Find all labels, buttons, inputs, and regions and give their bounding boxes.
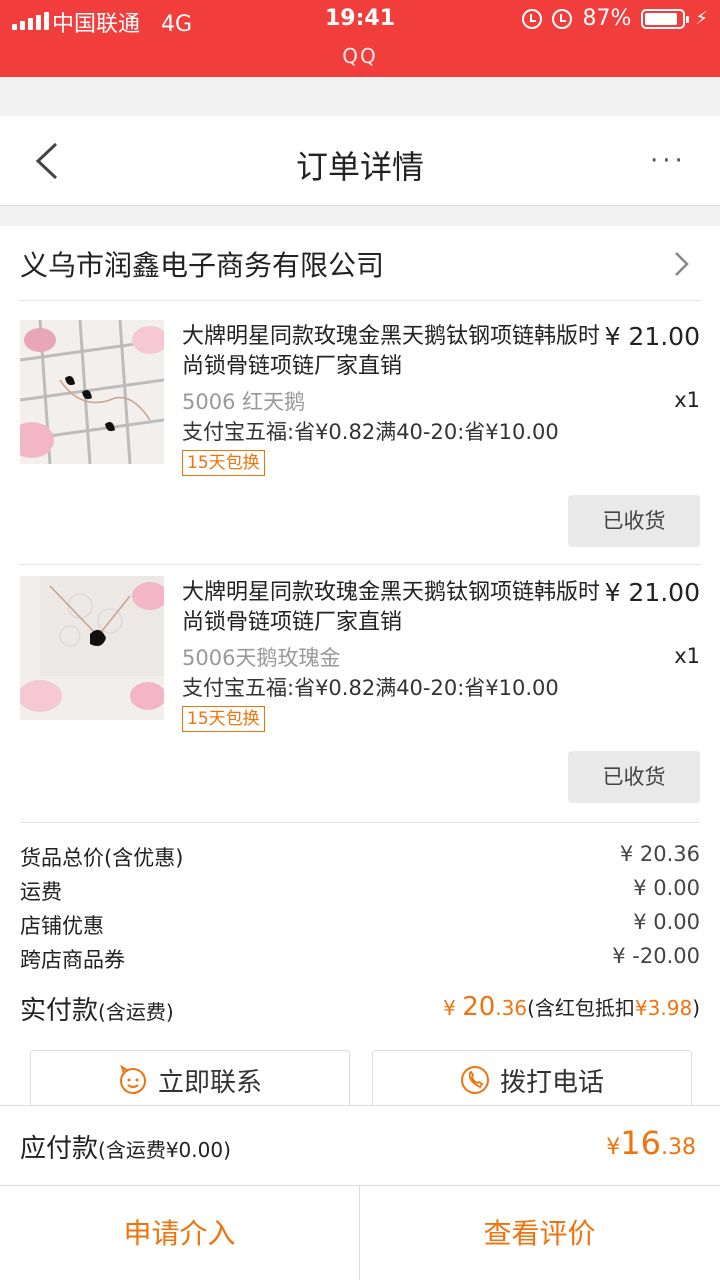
amount-due-value: ¥16.38 — [606, 1124, 696, 1162]
amount-due-bar: 应付款(含运费¥0.00) ¥16.38 — [0, 1105, 720, 1185]
product-image[interactable] — [20, 320, 164, 464]
summary-value: ¥ 20.36 — [619, 842, 700, 866]
return-policy-badge: 15天包换 — [182, 706, 265, 732]
item-sku: 5006天鹅玫瑰金 — [182, 646, 341, 670]
item-quantity: x1 — [674, 644, 700, 668]
contact-seller-button[interactable]: 立即联系 — [30, 1050, 350, 1106]
charging-icon: ⚡ — [695, 8, 708, 29]
received-button[interactable]: 已收货 — [568, 495, 700, 547]
chat-icon — [119, 1065, 146, 1094]
order-item: 大牌明星同款玫瑰金黑天鹅钛钢项链韩版时尚锁骨链项链厂家直销 ¥ 21.00 50… — [0, 556, 720, 806]
view-review-button[interactable]: 查看评价 — [360, 1186, 719, 1280]
rotation-lock-icon — [522, 8, 543, 29]
summary-value: ¥ 0.00 — [633, 910, 700, 934]
status-bar: 中国联通 4G 19:41 87% ⚡ QQ — [0, 0, 720, 77]
summary-row: 货品总价(含优惠) ¥ 20.36 — [20, 842, 700, 876]
summary-label: 货品总价(含优惠) — [20, 846, 184, 870]
summary-label: 运费 — [20, 880, 62, 904]
contact-row: 立即联系 拨打电话 — [0, 1050, 720, 1106]
shop-name: 义乌市润鑫电子商务有限公司 — [20, 249, 385, 282]
item-promo: 支付宝五福:省¥0.82满40-20:省¥10.00 — [182, 420, 559, 444]
order-card: 义乌市润鑫电子商务有限公司 大牌明星同款玫瑰金黑天鹅钛钢项链韩版时尚锁骨链项链厂… — [0, 226, 720, 1106]
actual-paid-value: ¥ 20.36(含红包抵扣¥3.98) — [443, 992, 700, 1022]
summary-value: ¥ 0.00 — [633, 876, 700, 900]
summary-row: 运费 ¥ 0.00 — [20, 876, 700, 910]
return-policy-badge: 15天包换 — [182, 450, 265, 476]
summary-value: ¥ -20.00 — [612, 944, 700, 968]
page-title: 订单详情 — [295, 148, 424, 186]
call-button[interactable]: 拨打电话 — [372, 1050, 692, 1106]
alarm-icon — [552, 8, 573, 29]
chevron-right-icon — [675, 252, 689, 276]
item-quantity: x1 — [674, 388, 700, 412]
battery-icon — [641, 8, 690, 29]
contact-seller-label: 立即联系 — [157, 1067, 262, 1098]
product-image[interactable] — [20, 576, 164, 720]
call-label: 拨打电话 — [499, 1067, 604, 1098]
apply-dispute-button[interactable]: 申请介入 — [0, 1186, 359, 1280]
item-promo: 支付宝五福:省¥0.82满40-20:省¥10.00 — [182, 676, 559, 700]
item-price: ¥ 21.00 — [604, 322, 700, 351]
summary-row: 店铺优惠 ¥ 0.00 — [20, 910, 700, 944]
item-price: ¥ 21.00 — [604, 578, 700, 607]
shop-row[interactable]: 义乌市润鑫电子商务有限公司 — [0, 226, 720, 300]
summary-label: 店铺优惠 — [20, 914, 104, 938]
summary-label: 跨店商品券 — [20, 948, 125, 972]
nav-bar: 订单详情 ··· — [0, 116, 720, 206]
order-item: 大牌明星同款玫瑰金黑天鹅钛钢项链韩版时尚锁骨链项链厂家直销 ¥ 21.00 50… — [0, 300, 720, 550]
app-name: QQ — [342, 44, 378, 68]
item-title[interactable]: 大牌明星同款玫瑰金黑天鹅钛钢项链韩版时尚锁骨链项链厂家直销 — [182, 578, 602, 638]
bottom-actions: 申请介入 查看评价 — [0, 1185, 720, 1280]
summary-row: 跨店商品券 ¥ -20.00 — [20, 944, 700, 978]
divider — [20, 822, 700, 823]
amount-due-label: 应付款(含运费¥0.00) — [20, 1134, 231, 1164]
more-icon[interactable]: ··· — [650, 146, 700, 176]
received-button[interactable]: 已收货 — [568, 751, 700, 803]
item-sku: 5006 红天鹅 — [182, 390, 306, 414]
actual-paid-label: 实付款(含运费) — [20, 996, 174, 1026]
phone-icon — [460, 1066, 489, 1094]
item-title[interactable]: 大牌明星同款玫瑰金黑天鹅钛钢项链韩版时尚锁骨链项链厂家直销 — [182, 322, 602, 382]
battery-percent: 87% — [582, 6, 632, 31]
actual-paid-row: 实付款(含运费) ¥ 20.36(含红包抵扣¥3.98) — [20, 990, 700, 1030]
